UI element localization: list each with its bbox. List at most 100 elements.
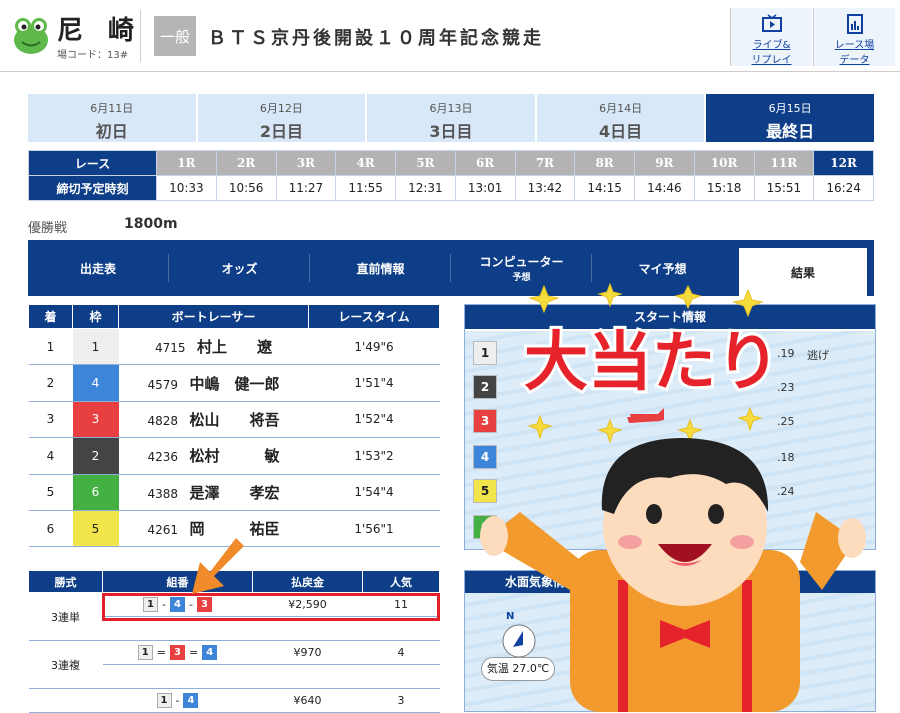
combo-lane: 3 bbox=[170, 645, 185, 660]
day-label: 初日 bbox=[95, 122, 128, 141]
payout-row: 3連複 1 = 3 = 4 ¥970 4 bbox=[28, 640, 440, 689]
day-date: 6月14日 bbox=[599, 102, 643, 115]
racer-name[interactable]: 松村 敏 bbox=[189, 447, 279, 465]
day-date: 6月13日 bbox=[429, 102, 473, 115]
data-label-1: レース場 bbox=[834, 40, 875, 51]
race-4r[interactable]: 4R bbox=[335, 150, 396, 176]
race-7r[interactable]: 7R bbox=[514, 150, 576, 176]
payout-amount: ¥970 bbox=[252, 640, 363, 665]
deadline-time: 12:31 bbox=[395, 175, 456, 201]
live-label-2: リプレイ bbox=[751, 55, 792, 66]
deadline-time: 14:46 bbox=[634, 175, 695, 201]
racer-cell: 4388 是澤 孝宏 bbox=[118, 474, 309, 511]
combo-sep: - bbox=[175, 694, 180, 707]
day-tab-5[interactable]: 6月15日 最終日 bbox=[706, 94, 874, 142]
race-time: 1'52"4 bbox=[308, 401, 440, 439]
race-1r[interactable]: 1R bbox=[156, 150, 217, 176]
racer-id: 4236 bbox=[147, 450, 179, 465]
racer-name[interactable]: 中嶋 健一郎 bbox=[189, 375, 279, 393]
table-row: 2 4 4579 中嶋 健一郎 1'51"4 bbox=[28, 364, 440, 402]
racer-id: 4579 bbox=[147, 377, 179, 392]
race-2r[interactable]: 2R bbox=[215, 150, 277, 176]
racer-id: 4828 bbox=[147, 413, 179, 428]
red-boat bbox=[630, 408, 664, 422]
winning-highlight-box bbox=[102, 593, 440, 621]
race-12r[interactable]: 12R bbox=[813, 150, 874, 176]
col-bet-type: 勝式 bbox=[28, 570, 103, 593]
race-time: 1'54"4 bbox=[308, 474, 440, 511]
day-tab-2[interactable]: 6月12日 2日目 bbox=[197, 94, 366, 142]
combo-lane: 1 bbox=[156, 693, 172, 708]
race-8r[interactable]: 8R bbox=[574, 150, 635, 176]
tv-icon bbox=[761, 14, 782, 32]
combo-lane: 4 bbox=[183, 693, 199, 708]
racer-cell: 4579 中嶋 健一郎 bbox=[118, 364, 309, 402]
grade-badge: 一般 bbox=[154, 16, 196, 56]
deadline-time: 16:24 bbox=[813, 175, 874, 201]
finish-pos: 4 bbox=[28, 437, 73, 475]
deadline-time: 13:42 bbox=[514, 175, 576, 201]
lane-badge: 6 bbox=[72, 474, 119, 511]
racer-name[interactable]: 是澤 孝宏 bbox=[189, 484, 279, 502]
tab-divider bbox=[451, 254, 592, 282]
race-3r[interactable]: 3R bbox=[275, 150, 337, 176]
racer-name[interactable]: 村上 遼 bbox=[197, 338, 272, 356]
bet-type bbox=[28, 688, 103, 713]
day-tab-1[interactable]: 6月11日 初日 bbox=[28, 94, 196, 142]
day-date: 6月12日 bbox=[259, 102, 303, 115]
finish-pos: 2 bbox=[28, 364, 73, 402]
deadline-time: 10:56 bbox=[215, 175, 277, 201]
combo-lane: 1 bbox=[137, 645, 153, 660]
race-10r[interactable]: 10R bbox=[693, 150, 755, 176]
race-9r[interactable]: 9R bbox=[634, 150, 695, 176]
venue-name: 尼 崎 bbox=[57, 16, 143, 46]
col-time: レースタイム bbox=[308, 304, 440, 329]
racer-cell: 4828 松山 将吾 bbox=[118, 401, 309, 439]
racer-id: 4388 bbox=[147, 486, 179, 501]
day-tab-4[interactable]: 6月14日 4日目 bbox=[536, 94, 705, 142]
deadline-time: 11:55 bbox=[335, 175, 396, 201]
col-lane: 枠 bbox=[72, 304, 119, 329]
deadline-time: 15:18 bbox=[693, 175, 755, 201]
racer-id: 4715 bbox=[154, 341, 186, 356]
race-distance: 1800m bbox=[124, 216, 178, 232]
payout-popularity: 4 bbox=[362, 640, 440, 665]
tab-divider bbox=[310, 254, 451, 282]
day-label: 2日目 bbox=[259, 122, 303, 141]
race-5r[interactable]: 5R bbox=[395, 150, 456, 176]
deadline-time: 14:15 bbox=[574, 175, 635, 201]
day-tab-3[interactable]: 6月13日 3日目 bbox=[367, 94, 535, 142]
live-replay-button[interactable]: ライブ& リプレイ bbox=[730, 8, 812, 66]
finish-pos: 3 bbox=[28, 401, 73, 439]
race-time: 1'53"2 bbox=[308, 437, 440, 475]
day-tabs: 6月11日 初日 6月12日 2日目 6月13日 3日目 6月14日 4日目 6月15日… bbox=[28, 94, 874, 142]
deadline-time: 11:27 bbox=[275, 175, 337, 201]
venue-data-button[interactable]: レース場 データ bbox=[813, 8, 895, 66]
combo-cell: 1 - 4 bbox=[102, 688, 253, 713]
bet-type: 3連複 bbox=[28, 640, 103, 689]
finish-pos: 1 bbox=[28, 328, 73, 366]
table-row: 1 1 4715 村上 遼 1'49"6 bbox=[28, 328, 440, 366]
venue-code: 場コード：13# bbox=[57, 50, 129, 61]
chart-doc-icon bbox=[846, 14, 863, 34]
racer-name[interactable]: 松山 将吾 bbox=[189, 411, 279, 429]
racer-id: 4261 bbox=[147, 523, 179, 538]
table-row: 5 6 4388 是澤 孝宏 1'54"4 bbox=[28, 474, 440, 511]
col-popularity: 人気 bbox=[362, 570, 440, 593]
combo-sep: = bbox=[156, 646, 166, 659]
race-11r[interactable]: 11R bbox=[753, 150, 815, 176]
pointer-arrow-icon bbox=[192, 538, 244, 594]
bet-type: 3連単 bbox=[28, 592, 103, 641]
page-header: 尼 崎 場コード：13# 一般 ＢＴＳ京丹後開設１０周年記念競走 ライブ& リプ… bbox=[0, 0, 900, 72]
lane-badge: 4 bbox=[72, 364, 119, 402]
col-amount: 払戻金 bbox=[252, 570, 363, 593]
race-name: 優勝戦 bbox=[28, 221, 68, 236]
lane-badge: 3 bbox=[72, 401, 119, 439]
lane-badge: 1 bbox=[72, 328, 119, 366]
deadline-time: 13:01 bbox=[454, 175, 516, 201]
cheering-person bbox=[480, 438, 866, 712]
race-time: 1'49"6 bbox=[308, 328, 440, 366]
race-6r[interactable]: 6R bbox=[454, 150, 516, 176]
day-date: 6月15日 bbox=[768, 102, 812, 115]
tab-divider bbox=[28, 254, 169, 282]
